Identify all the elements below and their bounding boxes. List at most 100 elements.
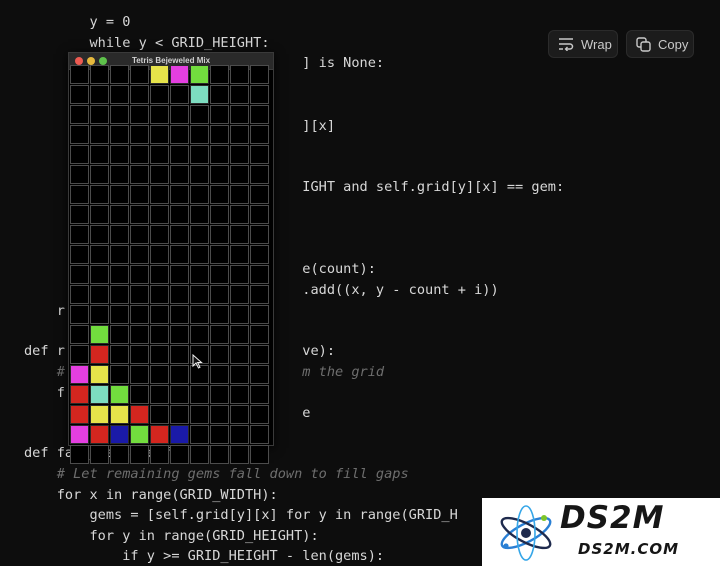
grid-cell (250, 405, 269, 424)
grid-cell (130, 305, 149, 324)
wrap-button[interactable]: Wrap (548, 30, 618, 58)
grid-cell (110, 305, 129, 324)
grid-cell (250, 125, 269, 144)
grid-cell (70, 285, 89, 304)
gem-block (110, 385, 129, 404)
grid-cell (190, 145, 209, 164)
gem-block (90, 345, 109, 364)
grid-cell (250, 85, 269, 104)
grid-cell (110, 445, 129, 464)
game-board[interactable] (70, 65, 270, 464)
grid-cell (210, 305, 229, 324)
grid-cell (210, 105, 229, 124)
mouse-cursor-icon (192, 353, 203, 373)
code-line: y = 0 (24, 14, 131, 30)
gem-block (70, 405, 89, 424)
grid-cell (210, 165, 229, 184)
grid-cell (170, 365, 189, 384)
grid-cell (190, 285, 209, 304)
grid-cell (230, 405, 249, 424)
gem-block (150, 425, 169, 444)
grid-cell (210, 285, 229, 304)
grid-cell (230, 425, 249, 444)
grid-cell (70, 225, 89, 244)
grid-cell (250, 105, 269, 124)
code-line: while y < GRID_HEIGHT: (24, 35, 270, 51)
grid-cell (150, 325, 169, 344)
grid-cell (110, 105, 129, 124)
grid-cell (250, 205, 269, 224)
grid-cell (230, 205, 249, 224)
grid-cell (130, 225, 149, 244)
grid-cell (70, 445, 89, 464)
grid-cell (210, 325, 229, 344)
grid-cell (170, 345, 189, 364)
game-window[interactable]: Tetris Bejeweled Mix (68, 52, 274, 464)
grid-cell (230, 245, 249, 264)
watermark-domain: DS2M.COM (578, 540, 680, 558)
watermark-brand: DS2M (560, 500, 665, 536)
grid-cell (230, 305, 249, 324)
grid-cell (190, 105, 209, 124)
grid-cell (190, 305, 209, 324)
grid-cell (90, 65, 109, 84)
grid-cell (230, 165, 249, 184)
gem-block (110, 425, 129, 444)
grid-cell (150, 305, 169, 324)
grid-cell (90, 285, 109, 304)
grid-cell (230, 185, 249, 204)
grid-cell (210, 225, 229, 244)
code-line: for x in range(GRID_WIDTH): (24, 487, 278, 503)
grid-cell (130, 165, 149, 184)
code-line: for y in range(GRID_HEIGHT): (24, 528, 319, 544)
grid-cell (130, 145, 149, 164)
grid-cell (190, 125, 209, 144)
grid-cell (110, 165, 129, 184)
grid-cell (130, 345, 149, 364)
copy-label: Copy (658, 36, 689, 52)
grid-cell (150, 285, 169, 304)
grid-cell (170, 205, 189, 224)
grid-cell (170, 445, 189, 464)
grid-cell (210, 245, 229, 264)
grid-cell (70, 165, 89, 184)
grid-cell (250, 345, 269, 364)
grid-cell (70, 325, 89, 344)
grid-cell (150, 105, 169, 124)
grid-cell (250, 245, 269, 264)
copy-icon (636, 36, 651, 52)
grid-cell (190, 245, 209, 264)
grid-cell (110, 325, 129, 344)
copy-button[interactable]: Copy (626, 30, 694, 58)
code-line: for x in range(GRID_WIDTH): (24, 0, 278, 2)
grid-cell (170, 285, 189, 304)
code-line: if y >= GRID_HEIGHT - len(gems): (24, 548, 385, 564)
grid-cell (130, 245, 149, 264)
grid-cell (90, 445, 109, 464)
gem-block (70, 425, 89, 444)
grid-cell (230, 145, 249, 164)
grid-cell (250, 385, 269, 404)
grid-cell (210, 265, 229, 284)
grid-cell (230, 285, 249, 304)
grid-cell (150, 345, 169, 364)
atom-logo-icon (496, 504, 556, 566)
grid-cell (170, 165, 189, 184)
grid-cell (150, 85, 169, 104)
grid-cell (210, 205, 229, 224)
grid-cell (170, 385, 189, 404)
gem-block (130, 425, 149, 444)
gem-block (70, 385, 89, 404)
grid-cell (110, 265, 129, 284)
grid-cell (130, 365, 149, 384)
grid-cell (170, 245, 189, 264)
gem-block (90, 385, 109, 404)
grid-cell (170, 125, 189, 144)
grid-cell (70, 345, 89, 364)
grid-cell (210, 125, 229, 144)
gem-block (170, 65, 189, 84)
grid-cell (90, 125, 109, 144)
grid-cell (170, 405, 189, 424)
grid-cell (110, 365, 129, 384)
grid-cell (250, 225, 269, 244)
